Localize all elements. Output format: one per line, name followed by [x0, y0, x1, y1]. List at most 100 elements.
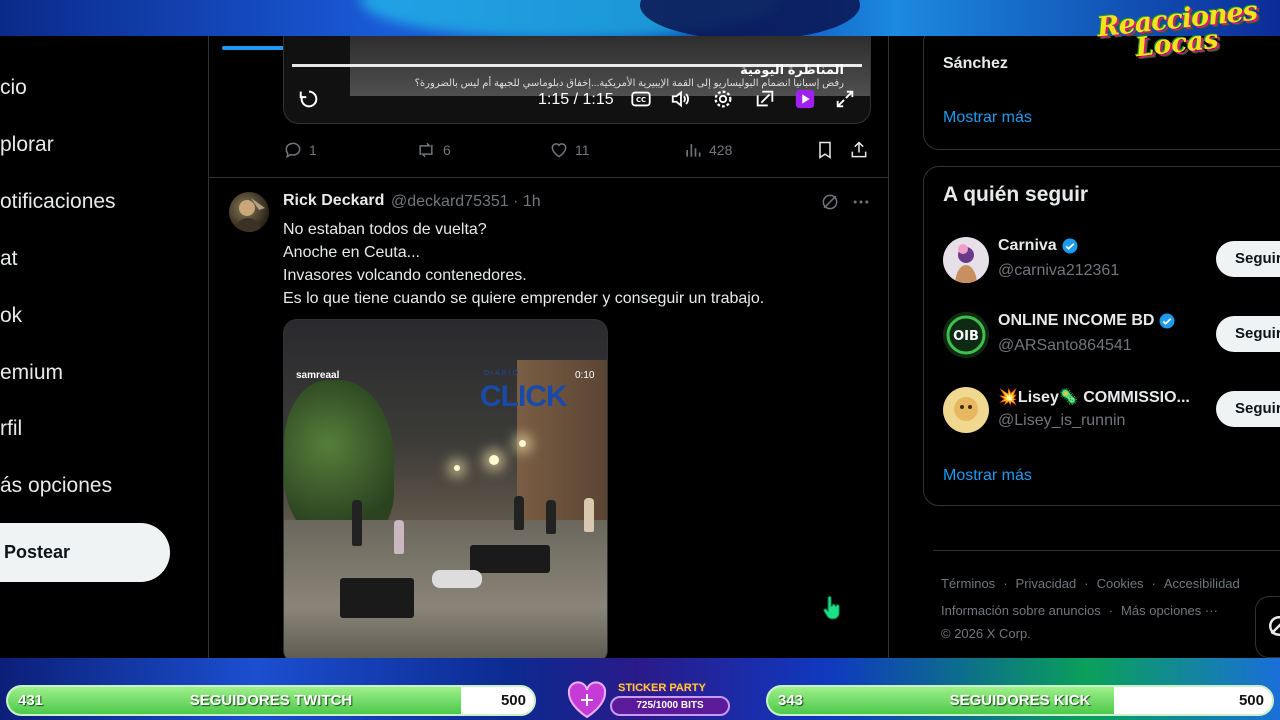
avatar[interactable] — [943, 237, 989, 283]
picture-in-picture-icon[interactable] — [754, 88, 776, 110]
tweet-author-handle[interactable]: @deckard75351 · 1h — [391, 193, 541, 211]
follow-suggestion[interactable]: OIB ONLINE INCOME BD @ARSanto864541 Segu… — [924, 308, 1280, 364]
suggestion-name[interactable]: 💥Lisey🦠 COMMISSIO... — [998, 387, 1190, 407]
views-count: 428 — [709, 142, 733, 158]
media-bin — [340, 578, 414, 618]
media-person — [584, 498, 594, 532]
suggestion-handle[interactable]: @ARSanto864541 — [998, 337, 1132, 355]
footer-links-row: Información sobre anuncios · Más opciones … — [941, 603, 1218, 618]
hand-cursor-icon — [823, 596, 840, 620]
video-progress-bar[interactable] — [292, 64, 862, 67]
like-count: 11 — [575, 142, 590, 158]
fullscreen-icon[interactable] — [834, 88, 856, 110]
avatar[interactable] — [943, 387, 989, 433]
trend-item[interactable]: Sánchez — [943, 55, 1008, 73]
sticker-party-bar: 725/1000 BITS — [610, 696, 730, 716]
replay-icon[interactable] — [298, 88, 320, 110]
goal-current: 431 — [18, 692, 44, 709]
tweet-author-name[interactable]: Rick Deckard — [283, 192, 384, 210]
media-person — [514, 496, 524, 530]
footer-copyright: © 2026 X Corp. — [941, 626, 1031, 641]
nav-item-profile[interactable]: rfil — [0, 417, 22, 441]
twitch-follower-goal: SEGUIDORES TWITCH 431 500 — [6, 685, 536, 716]
follow-suggestion[interactable]: Carniva @carniva212361 Seguir — [924, 233, 1280, 289]
reply-icon — [285, 142, 301, 159]
media-lamp — [519, 440, 526, 447]
verified-badge-icon — [1062, 238, 1078, 254]
media-street — [284, 520, 607, 658]
bookmark-button[interactable] — [815, 140, 835, 160]
media-person — [394, 520, 404, 554]
goal-label: SEGUIDORES KICK — [949, 692, 1091, 709]
media-bin — [470, 545, 550, 573]
sticker-party-value: 725/1000 BITS — [636, 700, 704, 711]
channel-logo: Reacciones Locas — [1082, 0, 1272, 84]
nav-item-home[interactable]: cio — [0, 76, 27, 100]
show-more-link[interactable]: Mostrar más — [943, 109, 1032, 127]
tweet-line: No estaban todos de vuelta? — [283, 221, 487, 238]
views-button[interactable]: 428 — [683, 140, 732, 160]
footer-links-row: Términos · Privacidad · Cookies · Accesibilida… — [941, 576, 1240, 591]
footer-link-ads-info[interactable]: Información sobre anuncios — [941, 603, 1101, 618]
footer-link-terms[interactable]: Términos — [941, 576, 995, 591]
tweet[interactable]: Rick Deckard @deckard75351 · 1h No estab… — [209, 178, 888, 658]
reply-button[interactable]: 1 — [283, 140, 317, 160]
grok-chat-button[interactable] — [1255, 596, 1280, 658]
footer-link-more-options[interactable]: Más opciones ··· — [1121, 603, 1218, 618]
nav-item-premium[interactable]: emium — [0, 361, 63, 385]
heart-icon — [551, 143, 567, 158]
media-lamp — [489, 455, 499, 465]
views-icon — [686, 144, 701, 157]
heart-icon — [567, 681, 607, 719]
grok-icon[interactable] — [820, 192, 840, 217]
share-icon — [851, 141, 867, 158]
left-navigation: cio plorar otificaciones at ok emium rfi… — [0, 36, 208, 658]
media-brand: CLICK — [480, 380, 568, 413]
volume-icon[interactable] — [670, 88, 692, 110]
verified-badge-icon — [1159, 313, 1175, 329]
nav-item-chat[interactable]: at — [0, 247, 18, 271]
show-more-link[interactable]: Mostrar más — [943, 467, 1032, 485]
follow-suggestion[interactable]: 💥Lisey🦠 COMMISSIO... @Lisey_is_runnin Se… — [924, 383, 1280, 439]
avatar[interactable] — [229, 192, 269, 232]
bookmark-icon — [819, 141, 831, 159]
follow-button[interactable]: Seguir — [1216, 316, 1280, 352]
video-player[interactable]: المناظرة اليومية رفض إسبانيا انضمام البو… — [283, 36, 871, 124]
captions-icon[interactable]: CC — [630, 88, 652, 110]
tweet-video[interactable]: samreaal DIARIO CLICK 0:10 — [283, 319, 608, 658]
media-bin — [432, 570, 482, 588]
media-lamp — [454, 465, 460, 471]
share-button[interactable] — [849, 140, 869, 160]
svg-text:CC: CC — [636, 96, 646, 104]
post-button[interactable]: Postear — [0, 523, 170, 582]
goal-max: 500 — [500, 692, 526, 709]
repost-button[interactable]: 6 — [415, 140, 451, 160]
suggestion-name[interactable]: ONLINE INCOME BD — [998, 312, 1176, 330]
suggestion-handle[interactable]: @carniva212361 — [998, 262, 1119, 280]
footer-link-accessibility[interactable]: Accesibilidad — [1164, 576, 1240, 591]
like-button[interactable]: 11 — [549, 140, 590, 160]
suggestion-handle[interactable]: @Lisey_is_runnin — [998, 412, 1125, 430]
more-icon[interactable] — [851, 192, 871, 217]
footer-link-cookies[interactable]: Cookies — [1097, 576, 1144, 591]
media-watermark: samreaal — [296, 370, 340, 381]
follow-button[interactable]: Seguir — [1216, 241, 1280, 277]
tweet-line: Anoche en Ceuta... — [283, 244, 420, 261]
who-to-follow-panel: A quién seguir Carniva @carniva212361 Se… — [923, 166, 1280, 506]
media-brand-small: DIARIO — [484, 370, 521, 377]
footer-link-privacy[interactable]: Privacidad — [1016, 576, 1077, 591]
avatar[interactable]: OIB — [943, 312, 989, 358]
sticker-party-widget: STICKER PARTY 725/1000 BITS — [566, 680, 736, 720]
follow-button[interactable]: Seguir — [1216, 391, 1280, 427]
settings-icon[interactable] — [712, 88, 734, 110]
media-time: 0:10 — [575, 370, 595, 381]
suggestion-name[interactable]: Carniva — [998, 237, 1079, 255]
nav-item-grok[interactable]: ok — [0, 304, 22, 328]
suggestion-name-text: 💥Lisey🦠 COMMISSIO... — [998, 389, 1190, 406]
nav-item-explore[interactable]: plorar — [0, 133, 54, 157]
tweet-line: Invasores volcando contenedores. — [283, 267, 527, 284]
tab-indicator — [222, 46, 286, 50]
nav-item-more-options[interactable]: ás opciones — [0, 474, 112, 498]
autoplay-icon[interactable] — [794, 88, 816, 110]
nav-item-notifications[interactable]: otificaciones — [0, 190, 116, 214]
